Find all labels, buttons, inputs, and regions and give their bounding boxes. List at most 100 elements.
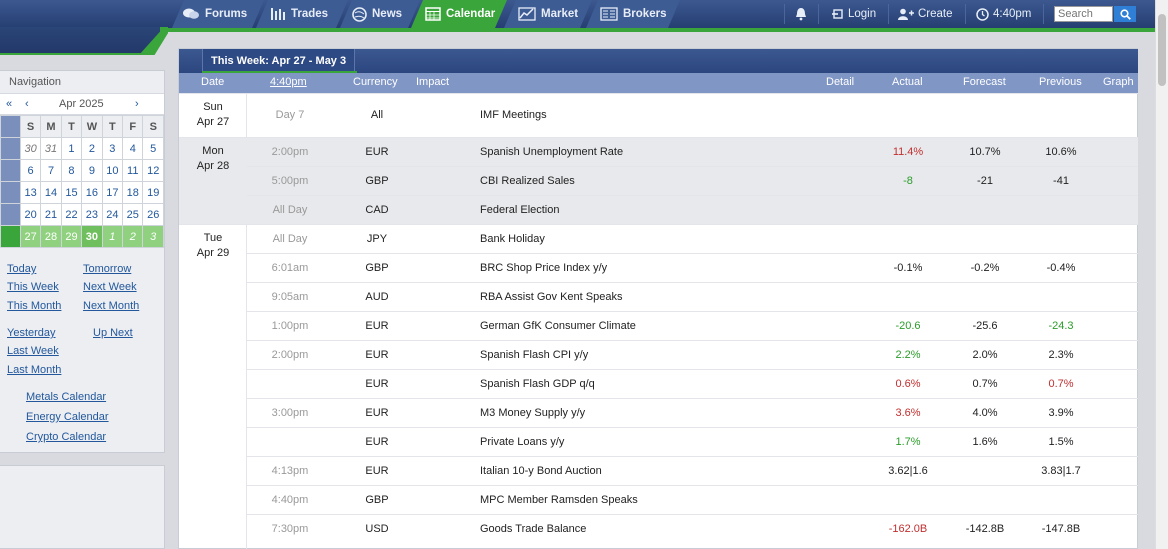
event-title[interactable]: Spanish Flash GDP q/q (480, 378, 595, 390)
link-last-month[interactable]: Last Month (7, 364, 61, 376)
page-scrollbar[interactable] (1155, 0, 1168, 549)
search-button[interactable] (1114, 6, 1136, 22)
tab-forums[interactable]: Forums (152, 0, 247, 28)
event-row[interactable]: All Day CAD Federal Election (247, 195, 1138, 224)
calendar-day-today[interactable]: 30 (81, 225, 103, 248)
link-next-month[interactable]: Next Month (83, 300, 139, 312)
link-tomorrow[interactable]: Tomorrow (83, 263, 131, 275)
calendar-day[interactable]: 10 (101, 159, 124, 182)
search-input[interactable] (1054, 6, 1113, 22)
event-row[interactable]: 5:00pm GBP CBI Realized Sales -8 -21 -41 (247, 166, 1138, 195)
calendar-day[interactable]: 13 (19, 181, 42, 204)
calendar-day[interactable]: 29 (60, 225, 83, 248)
event-title[interactable]: Federal Election (480, 204, 560, 216)
link-up-next[interactable]: Up Next (93, 327, 133, 339)
calendar-day[interactable]: 22 (60, 203, 83, 226)
week-select[interactable] (0, 203, 21, 226)
calendar-day[interactable]: 23 (81, 203, 103, 226)
calendar-day[interactable]: 7 (40, 159, 62, 182)
calendar-day[interactable]: 3 (142, 225, 164, 248)
prev-month-button[interactable]: ‹ (25, 98, 29, 110)
event-title[interactable]: M3 Money Supply y/y (480, 407, 585, 419)
calendar-day[interactable]: 24 (101, 203, 124, 226)
calendar-day[interactable]: 25 (122, 203, 144, 226)
calendar-day[interactable]: 5 (142, 137, 164, 160)
calendar-day[interactable]: 17 (101, 181, 124, 204)
header-time[interactable]: 4:40pm (270, 76, 307, 88)
event-row[interactable]: 6:01am GBP BRC Shop Price Index y/y -0.1% -0… (247, 253, 1138, 282)
calendar-day[interactable]: 6 (19, 159, 42, 182)
link-metals-calendar[interactable]: Metals Calendar (26, 391, 106, 403)
event-row[interactable]: Day 7 All IMF Meetings (247, 93, 1138, 137)
event-row[interactable]: 2:00pm EUR Spanish Unemployment Rate 11.4% 1… (247, 137, 1138, 166)
link-this-month[interactable]: This Month (7, 300, 61, 312)
calendar-day[interactable]: 18 (122, 181, 144, 204)
event-title[interactable]: Spanish Unemployment Rate (480, 146, 623, 158)
tab-market[interactable]: Market (488, 0, 578, 28)
calendar-day[interactable]: 19 (142, 181, 164, 204)
event-row[interactable]: 1:00pm EUR German GfK Consumer Climate -20.… (247, 311, 1138, 340)
event-row[interactable]: EUR Spanish Flash GDP q/q 0.6% 0.7% 0.7% (247, 369, 1138, 398)
link-energy-calendar[interactable]: Energy Calendar (26, 411, 109, 423)
calendar-day[interactable]: 27 (19, 225, 42, 248)
next-month-button[interactable]: › (135, 98, 139, 110)
calendar-day[interactable]: 26 (142, 203, 164, 226)
tab-brokers[interactable]: Brokers (570, 0, 666, 28)
week-select[interactable] (0, 137, 21, 160)
event-title[interactable]: Italian 10-y Bond Auction (480, 465, 602, 477)
calendar-day[interactable]: 11 (122, 159, 144, 182)
event-row[interactable]: All Day JPY Bank Holiday (247, 224, 1138, 253)
event-row[interactable]: 2:00pm EUR Spanish Flash CPI y/y 2.2% 2.0% 2.… (247, 340, 1138, 369)
event-row[interactable]: 7:30pm USD Goods Trade Balance -162.0B -142.… (247, 514, 1138, 543)
calendar-day[interactable]: 1 (101, 225, 124, 248)
calendar-day[interactable]: 31 (40, 137, 62, 160)
event-row[interactable]: 4:40pm GBP MPC Member Ramsden Speaks (247, 485, 1138, 514)
calendar-day[interactable]: 14 (40, 181, 62, 204)
login-link[interactable]: Login (832, 0, 876, 28)
event-title[interactable]: RBA Assist Gov Kent Speaks (480, 291, 622, 303)
prev-year-button[interactable]: « (6, 98, 12, 110)
calendar-day[interactable]: 2 (81, 137, 103, 160)
calendar-day[interactable]: 30 (19, 137, 42, 160)
calendar-day[interactable]: 3 (101, 137, 124, 160)
calendar-day[interactable]: 1 (60, 137, 83, 160)
tab-news[interactable]: News (322, 0, 402, 28)
event-title[interactable]: MPC Member Ramsden Speaks (480, 494, 638, 506)
scrollbar-thumb[interactable] (1158, 14, 1166, 86)
calendar-day[interactable]: 4 (122, 137, 144, 160)
week-select[interactable] (0, 159, 21, 182)
calendar-day[interactable]: 21 (40, 203, 62, 226)
link-yesterday[interactable]: Yesterday (7, 327, 56, 339)
calendar-day[interactable]: 28 (40, 225, 62, 248)
event-row[interactable]: 3:00pm EUR M3 Money Supply y/y 3.6% 4.0% 3.9% (247, 398, 1138, 427)
calendar-day[interactable]: 16 (81, 181, 103, 204)
event-title[interactable]: IMF Meetings (480, 109, 547, 121)
week-select[interactable] (0, 181, 21, 204)
calendar-day[interactable]: 8 (60, 159, 83, 182)
time-display[interactable]: 4:40pm (976, 0, 1031, 28)
calendar-day[interactable]: 2 (122, 225, 144, 248)
week-label[interactable]: This Week: Apr 27 - May 3 (202, 49, 356, 73)
link-next-week[interactable]: Next Week (83, 281, 137, 293)
event-title[interactable]: Spanish Flash CPI y/y (480, 349, 588, 361)
link-crypto-calendar[interactable]: Crypto Calendar (26, 431, 106, 443)
event-row[interactable]: EUR Private Loans y/y 1.7% 1.6% 1.5% (247, 427, 1138, 456)
calendar-day[interactable]: 9 (81, 159, 103, 182)
event-row[interactable]: 9:05am AUD RBA Assist Gov Kent Speaks (247, 282, 1138, 311)
link-today[interactable]: Today (7, 263, 36, 275)
calendar-day[interactable]: 20 (19, 203, 42, 226)
notifications-button[interactable] (794, 0, 808, 28)
event-title[interactable]: CBI Realized Sales (480, 175, 575, 187)
event-title[interactable]: Goods Trade Balance (480, 523, 586, 535)
event-row[interactable]: 4:13pm EUR Italian 10-y Bond Auction 3.62|1… (247, 456, 1138, 485)
link-last-week[interactable]: Last Week (7, 345, 59, 357)
event-title[interactable]: Bank Holiday (480, 233, 545, 245)
calendar-day[interactable]: 15 (60, 181, 83, 204)
tab-trades[interactable]: Trades (240, 0, 328, 28)
create-account-link[interactable]: Create (898, 0, 953, 28)
event-title[interactable]: German GfK Consumer Climate (480, 320, 636, 332)
event-title[interactable]: Private Loans y/y (480, 436, 564, 448)
link-this-week[interactable]: This Week (7, 281, 59, 293)
event-title[interactable]: BRC Shop Price Index y/y (480, 262, 607, 274)
calendar-day[interactable]: 12 (142, 159, 164, 182)
